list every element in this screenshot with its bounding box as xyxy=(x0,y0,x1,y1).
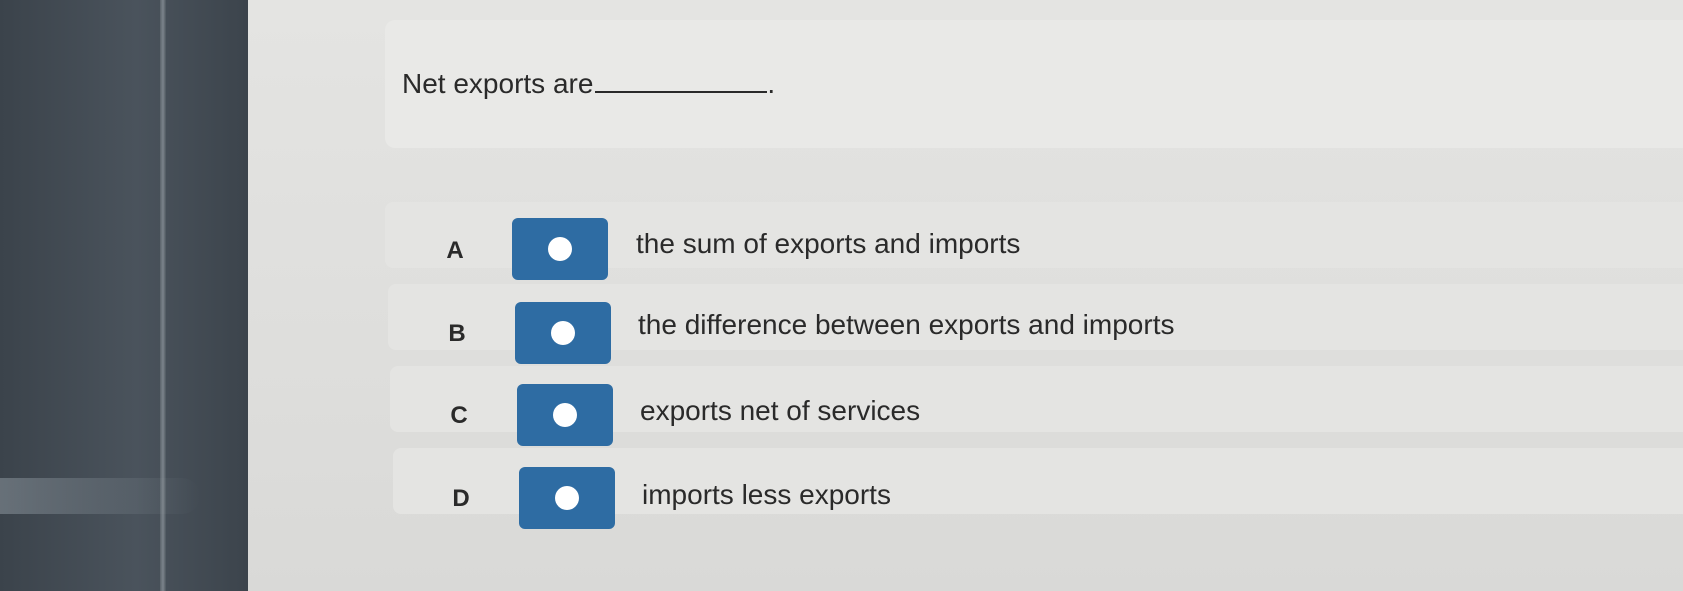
radio-dot-icon xyxy=(555,486,579,510)
option-text-d[interactable]: imports less exports xyxy=(642,479,891,511)
radio-button-d[interactable] xyxy=(519,467,615,529)
radio-dot-icon xyxy=(553,403,577,427)
option-text-a[interactable]: the sum of exports and imports xyxy=(636,228,1020,260)
radio-dot-icon xyxy=(551,321,575,345)
question-text: Net exports are xyxy=(402,68,594,99)
radio-button-a[interactable] xyxy=(512,218,608,280)
option-letter-c: C xyxy=(450,402,468,429)
option-letter-a: A xyxy=(446,237,464,264)
radio-button-c[interactable] xyxy=(517,384,613,446)
bezel-glare xyxy=(0,478,200,514)
option-text-c[interactable]: exports net of services xyxy=(640,395,920,427)
question-prompt: Net exports are. xyxy=(402,68,775,100)
radio-button-b[interactable] xyxy=(515,302,611,364)
option-text-b[interactable]: the difference between exports and impor… xyxy=(638,309,1174,341)
answer-blank xyxy=(595,90,768,93)
radio-dot-icon xyxy=(548,237,572,261)
question-end-punctuation: . xyxy=(767,68,776,99)
option-letter-d: D xyxy=(452,485,470,512)
option-letter-b: B xyxy=(448,320,466,347)
